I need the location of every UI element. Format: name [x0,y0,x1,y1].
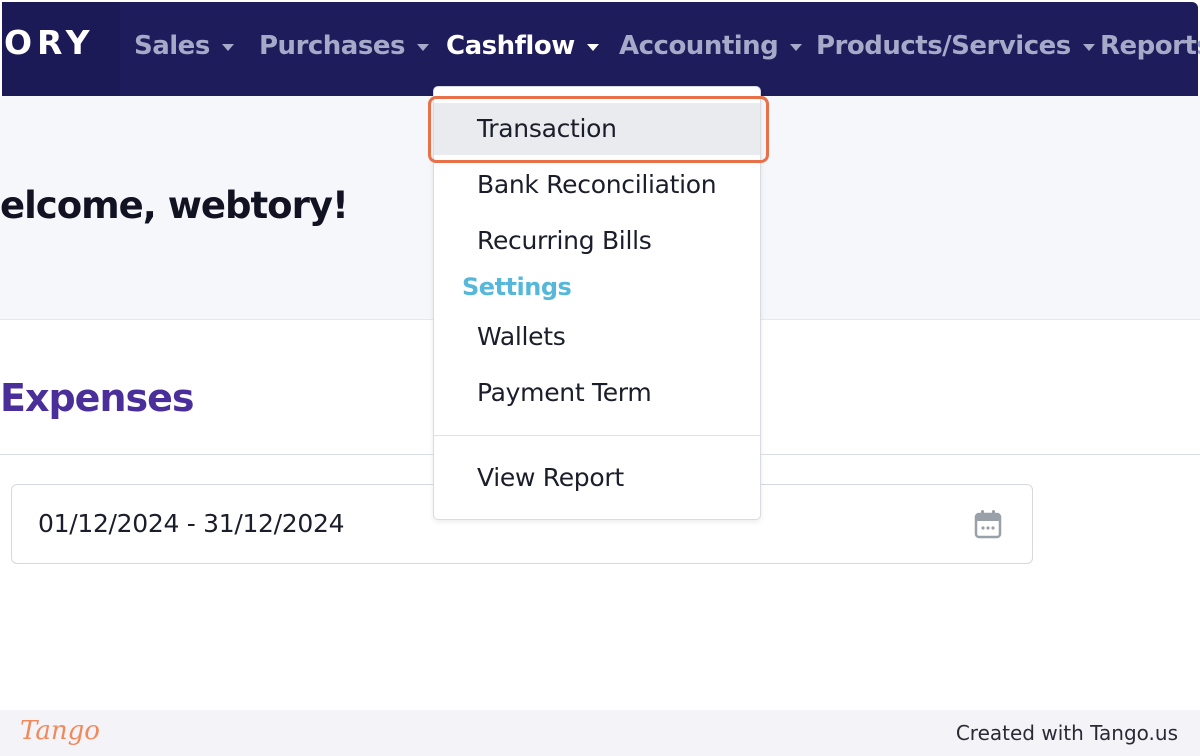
nav-products-services[interactable]: Products/Services [816,26,1095,66]
nav-purchases-label: Purchases [259,31,405,61]
menu-item-transaction[interactable]: Transaction [434,103,760,155]
nav-accounting[interactable]: Accounting [619,26,803,66]
app-frame: elcome, webtory! Expenses 01/12/2024 - 3… [0,0,1200,710]
tango-logo: Tango [20,716,100,746]
nav-accounting-label: Accounting [619,31,779,61]
expenses-title: Expenses [0,376,195,420]
menu-item-wallets[interactable]: Wallets [434,311,760,363]
nav-products-services-label: Products/Services [816,31,1071,61]
nav-reports-label: Reports [1100,31,1200,61]
menu-item-view-report[interactable]: View Report [434,452,760,504]
menu-header-settings: Settings [462,273,572,301]
nav-cashflow-label: Cashflow [446,31,575,61]
top-navbar: ORY Sales Purchases Cashflow Accounting … [2,2,1200,96]
tango-footer: Tango Created with Tango.us [0,710,1200,756]
menu-item-bank-reconciliation[interactable]: Bank Reconciliation [434,159,760,211]
chevron-down-icon [416,44,429,51]
nav-reports[interactable]: Reports [1100,26,1200,66]
nav-purchases[interactable]: Purchases [259,26,429,66]
chevron-down-icon [790,44,803,51]
chevron-down-icon [1082,44,1095,51]
menu-item-payment-term[interactable]: Payment Term [434,367,760,419]
cashflow-dropdown-menu: Transaction Bank Reconciliation Recurrin… [433,86,761,520]
nav-cashflow[interactable]: Cashflow [446,26,599,66]
calendar-icon[interactable] [974,509,1002,539]
footer-credit: Created with Tango.us [955,721,1178,745]
welcome-heading: elcome, webtory! [0,184,349,227]
date-range-value: 01/12/2024 - 31/12/2024 [38,509,345,538]
menu-divider [434,435,760,436]
chevron-down-icon [221,44,234,51]
menu-item-recurring-bills[interactable]: Recurring Bills [434,215,760,267]
chevron-down-icon [586,44,599,51]
nav-sales[interactable]: Sales [134,26,234,66]
brand-logo[interactable]: ORY [2,2,120,96]
nav-sales-label: Sales [134,31,210,61]
